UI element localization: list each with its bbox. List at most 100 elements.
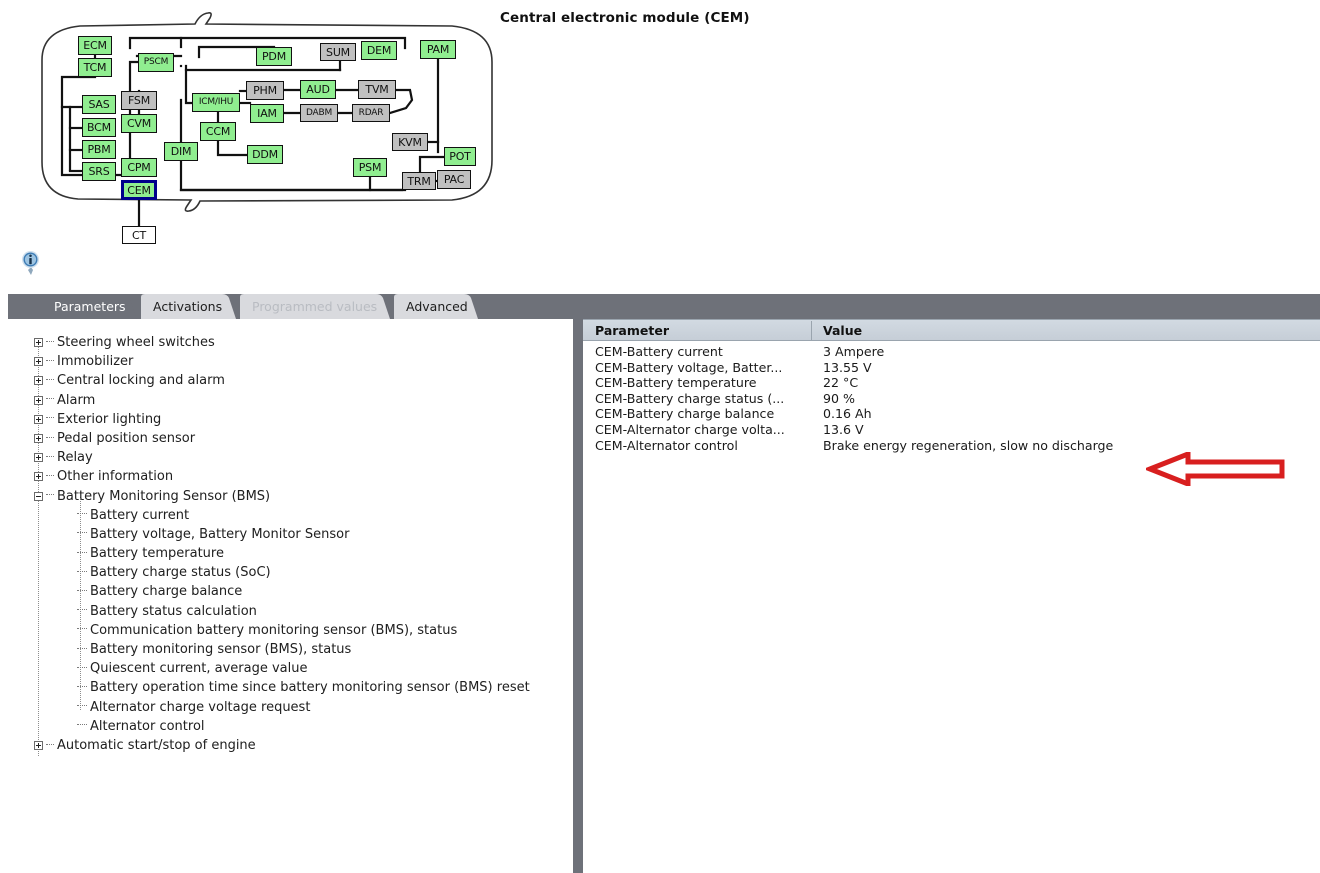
- diagram-node-ecm[interactable]: ECM: [78, 36, 112, 55]
- tab-parameters[interactable]: Parameters: [42, 294, 137, 319]
- expand-plus-icon[interactable]: [34, 434, 43, 444]
- tree-branch-item[interactable]: Immobilizer: [34, 352, 530, 371]
- tree-connector-line: [46, 455, 54, 458]
- cell-parameter: CEM-Battery charge balance: [595, 406, 775, 422]
- diagram-node-kvm[interactable]: KVM: [392, 133, 428, 151]
- tree-branch-item[interactable]: Relay: [34, 448, 530, 467]
- tree-branch-item[interactable]: Steering wheel switches: [34, 333, 530, 352]
- cell-parameter: CEM-Battery current: [595, 344, 723, 359]
- tree-branch-item[interactable]: Alarm: [34, 391, 530, 410]
- tree-branch-item[interactable]: Battery Monitoring Sensor (BMS): [34, 487, 530, 506]
- tree-connector-line: [46, 494, 54, 496]
- tree-leaf-item[interactable]: Communication battery monitoring sensor …: [34, 621, 530, 640]
- tree-branch-item[interactable]: Automatic start/stop of engine: [34, 736, 530, 755]
- diagram-node-tcm[interactable]: TCM: [78, 58, 112, 77]
- tree-item-label: Quiescent current, average value: [90, 661, 308, 677]
- expand-plus-icon[interactable]: [34, 338, 43, 348]
- tree-item-label: Battery operation time since battery mon…: [90, 680, 530, 696]
- column-header-parameter[interactable]: Parameter: [595, 320, 669, 341]
- column-header-value[interactable]: Value: [823, 320, 862, 341]
- diagram-node-dem[interactable]: DEM: [361, 41, 397, 60]
- diagram-node-ddm[interactable]: DDM: [247, 145, 283, 164]
- diagram-node-aud[interactable]: AUD: [300, 80, 336, 99]
- diagram-node-pot[interactable]: POT: [444, 147, 476, 166]
- tree-item-label: Communication battery monitoring sensor …: [90, 622, 458, 638]
- diagram-node-pbm[interactable]: PBM: [82, 140, 116, 159]
- tab-label: Programmed values: [252, 299, 378, 314]
- parameter-tree-panel[interactable]: Steering wheel switches Immobilizer Centra…: [8, 319, 574, 873]
- diagram-node-phm[interactable]: PHM: [246, 81, 284, 100]
- tree-leaf-item[interactable]: Battery operation time since battery mon…: [34, 678, 530, 697]
- expand-plus-icon[interactable]: [34, 395, 43, 405]
- expand-plus-icon[interactable]: [34, 376, 43, 386]
- table-header-row: Parameter Value: [583, 319, 1320, 341]
- tree-item-label: Automatic start/stop of engine: [57, 737, 256, 753]
- tree-item-label: Pedal position sensor: [57, 430, 196, 446]
- tree-item-label: Alarm: [57, 392, 96, 408]
- tree-leaf-item[interactable]: Battery current: [34, 506, 530, 525]
- tree-leaf-item[interactable]: Battery temperature: [34, 544, 530, 563]
- tree-leaf-item[interactable]: Battery charge balance: [34, 582, 530, 601]
- expand-plus-icon[interactable]: [34, 741, 43, 751]
- tree-connector-line: [46, 436, 54, 439]
- tree-connector-line: [77, 551, 87, 554]
- tree-leaf-item[interactable]: Alternator control: [34, 717, 530, 736]
- tree-leaf-item[interactable]: Battery monitoring sensor (BMS), status: [34, 640, 530, 659]
- diagram-node-ccm[interactable]: CCM: [200, 122, 236, 141]
- expand-plus-icon[interactable]: [34, 357, 43, 367]
- diagram-node-trm[interactable]: TRM: [402, 172, 436, 190]
- diagram-node-fsm[interactable]: FSM: [121, 91, 157, 110]
- diagram-node-cpm[interactable]: CPM: [121, 158, 157, 177]
- diagram-node-iam[interactable]: IAM: [250, 104, 284, 123]
- diagram-node-sas[interactable]: SAS: [82, 95, 116, 114]
- panel-splitter[interactable]: [573, 319, 583, 873]
- diagram-node-pdm[interactable]: PDM: [256, 47, 292, 66]
- diagram-node-icmihu[interactable]: ICM/IHU: [192, 93, 240, 112]
- tree-item-label: Alternator charge voltage request: [90, 699, 311, 715]
- tree-branch-item[interactable]: Exterior lighting: [34, 410, 530, 429]
- diagram-node-srs[interactable]: SRS: [82, 162, 116, 181]
- expand-plus-icon[interactable]: [34, 472, 43, 482]
- tree-item-label: Relay: [57, 450, 93, 466]
- tree-connector-line: [77, 532, 87, 534]
- tree-leaf-item[interactable]: Battery status calculation: [34, 602, 530, 621]
- tree-connector-line: [77, 705, 87, 707]
- diagram-node-psm[interactable]: PSM: [353, 158, 387, 177]
- tree-item-label: Battery current: [90, 507, 190, 523]
- diagram-node-cem[interactable]: CEM: [121, 180, 157, 200]
- tree-leaf-item[interactable]: Battery charge status (SoC): [34, 563, 530, 582]
- tree-leaf-item[interactable]: Battery voltage, Battery Monitor Sensor: [34, 525, 530, 544]
- diagram-node-dabm[interactable]: DABM: [300, 104, 338, 122]
- tree-leaf-item[interactable]: Quiescent current, average value: [34, 659, 530, 678]
- parameter-tree[interactable]: Steering wheel switches Immobilizer Centra…: [34, 333, 530, 755]
- cell-parameter: CEM-Battery voltage, Batter...: [595, 359, 783, 375]
- tree-branch-item[interactable]: Pedal position sensor: [34, 429, 530, 448]
- tree-branch-item[interactable]: Other information: [34, 467, 530, 486]
- tab-activations[interactable]: Activations: [141, 294, 236, 319]
- diagram-node-rdar[interactable]: RDAR: [352, 104, 390, 122]
- tree-branch-item[interactable]: Central locking and alarm: [34, 371, 530, 390]
- diagram-node-dim[interactable]: DIM: [164, 142, 198, 161]
- tree-leaf-item[interactable]: Alternator charge voltage request: [34, 698, 530, 717]
- diagram-node-tvm[interactable]: TVM: [358, 80, 396, 99]
- information-icon[interactable]: [20, 250, 42, 276]
- expand-plus-icon[interactable]: [34, 414, 43, 424]
- diagram-node-pscm[interactable]: PSCM: [138, 53, 174, 72]
- tab-label: Activations: [153, 299, 223, 314]
- parameter-values-panel[interactable]: Parameter Value CEM-Battery current 3 Amp…: [583, 319, 1320, 873]
- tree-item-label: Other information: [57, 469, 174, 485]
- tree-connector-line: [77, 570, 87, 573]
- diagram-node-ct[interactable]: CT: [122, 226, 156, 244]
- column-separator[interactable]: [811, 321, 812, 341]
- collapse-minus-icon[interactable]: [34, 491, 43, 501]
- module-network-diagram[interactable]: ECM TCM PSCM PDM SUM DEM PAM PHM AUD TVM ICM/IHU IA…: [0, 0, 520, 250]
- diagram-node-bcm[interactable]: BCM: [82, 118, 116, 137]
- expand-plus-icon[interactable]: [34, 453, 43, 463]
- cell-value: 13.55 V: [823, 359, 872, 375]
- diagram-node-sum[interactable]: SUM: [320, 43, 356, 61]
- diagram-node-pac[interactable]: PAC: [437, 170, 471, 189]
- diagram-node-cvm[interactable]: CVM: [121, 114, 157, 133]
- cell-parameter: CEM-Battery charge status (...: [595, 390, 785, 406]
- tab-advanced[interactable]: Advanced: [394, 294, 478, 319]
- diagram-node-pam[interactable]: PAM: [420, 40, 456, 59]
